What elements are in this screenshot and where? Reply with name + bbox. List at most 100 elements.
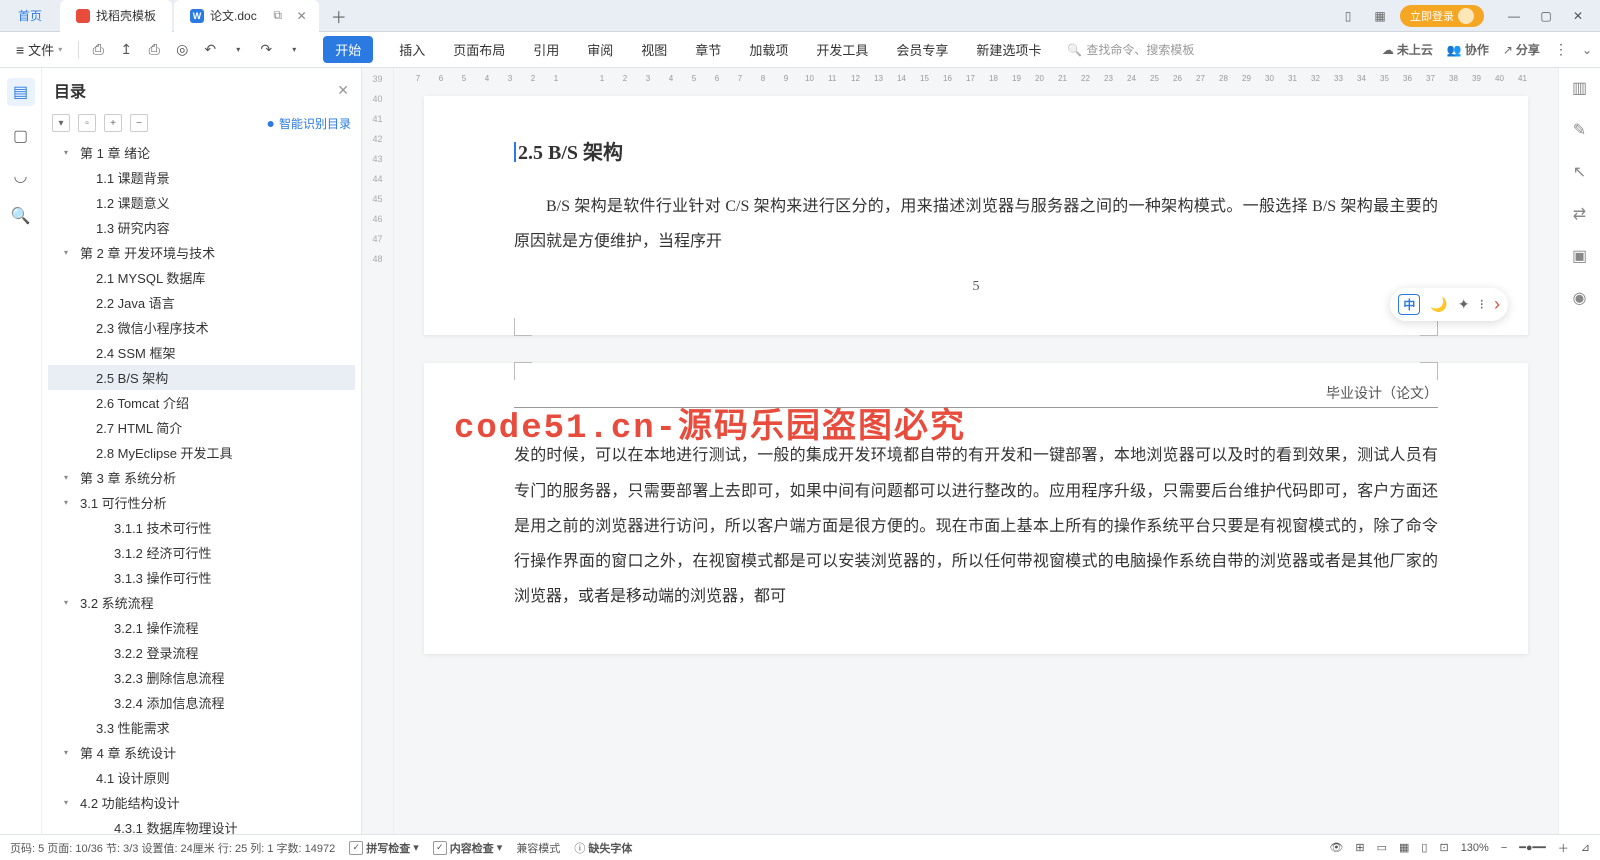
menu-6[interactable]: 章节 — [693, 36, 723, 63]
menu-1[interactable]: 插入 — [397, 36, 427, 63]
outline-node[interactable]: 3.2.4 添加信息流程 — [48, 690, 355, 715]
ruler[interactable]: 7654321123456789101112131415161718192021… — [394, 68, 1558, 88]
outline-node[interactable]: ▾3.2 系统流程 — [48, 590, 355, 615]
share-button[interactable]: ↗ 分享 — [1503, 41, 1540, 58]
close-window-icon[interactable]: ✕ — [1564, 4, 1592, 28]
outline-node[interactable]: ▾第 3 章 系统分析 — [48, 465, 355, 490]
tab-home[interactable]: 首页 — [0, 0, 60, 32]
search-input[interactable]: 查找命令、搜索模板 — [1067, 41, 1194, 58]
cloud-status[interactable]: ☁ 未上云 — [1382, 41, 1433, 58]
outline-node[interactable]: 4.1 设计原则 — [48, 765, 355, 790]
outline-node[interactable]: ▾第 2 章 开发环境与技术 — [48, 240, 355, 265]
more-icon[interactable]: ⋮ — [1554, 41, 1568, 58]
outline-node[interactable]: 3.2.1 操作流程 — [48, 615, 355, 640]
outline-node[interactable]: 2.3 微信小程序技术 — [48, 315, 355, 340]
web-icon[interactable]: ▦ — [1399, 841, 1409, 854]
outline-node[interactable]: 4.3.1 数据库物理设计 — [48, 815, 355, 834]
outline-close-icon[interactable]: ✕ — [337, 82, 349, 99]
outline-node[interactable]: ▾第 4 章 系统设计 — [48, 740, 355, 765]
ime-icon[interactable]: 中 — [1398, 294, 1420, 315]
save-icon[interactable]: ⎙ — [87, 39, 109, 61]
undo-icon[interactable]: ↶ — [199, 39, 221, 61]
collapse-all-icon[interactable]: ▾ — [52, 114, 70, 132]
zoom-out-icon[interactable]: − — [1501, 842, 1507, 854]
tab-new[interactable]: ＋ — [319, 0, 359, 32]
float-toolbar[interactable]: 中 🌙 ✦ ⁝ › — [1390, 288, 1508, 321]
zoom-level[interactable]: 130% — [1461, 842, 1489, 854]
outline-node[interactable]: 3.1.3 操作可行性 — [48, 565, 355, 590]
menu-5[interactable]: 视图 — [639, 36, 669, 63]
tab-popout-icon[interactable]: ⧉ — [269, 7, 287, 25]
settings-icon[interactable]: ⇄ — [1570, 204, 1590, 224]
layout-icon[interactable]: ▯ — [1336, 4, 1360, 28]
outline-node[interactable]: ▾3.1 可行性分析 — [48, 490, 355, 515]
outline-node[interactable]: 3.2.3 删除信息流程 — [48, 665, 355, 690]
shape-icon[interactable]: ◉ — [1570, 288, 1590, 308]
apps-icon[interactable]: ▦ — [1368, 4, 1392, 28]
ai-outline-button[interactable]: 智能识别目录 — [267, 115, 351, 132]
outline-node[interactable]: 1.1 课题背景 — [48, 165, 355, 190]
expand-arrow-icon[interactable]: › — [1494, 294, 1500, 315]
outline-node[interactable]: 1.3 研究内容 — [48, 215, 355, 240]
outline-node[interactable]: 2.7 HTML 简介 — [48, 415, 355, 440]
outline-node[interactable]: 3.1.1 技术可行性 — [48, 515, 355, 540]
menu-8[interactable]: 开发工具 — [814, 36, 870, 63]
bookmark-icon[interactable]: ▢ — [11, 126, 31, 146]
outline-node[interactable]: 3.3 性能需求 — [48, 715, 355, 740]
search-rail-icon[interactable]: 🔍 — [11, 206, 31, 226]
contentcheck-toggle[interactable]: 内容检查 ▾ — [433, 840, 503, 856]
outline-node[interactable]: 3.1.2 经济可行性 — [48, 540, 355, 565]
outline-icon[interactable]: ▤ — [7, 78, 35, 106]
menu-3[interactable]: 引用 — [531, 36, 561, 63]
outline-node[interactable]: 2.4 SSM 框架 — [48, 340, 355, 365]
missing-font[interactable]: ⓘ 缺失字体 — [574, 840, 632, 856]
minimize-icon[interactable]: — — [1500, 4, 1528, 28]
redo-drop-icon[interactable]: ▾ — [283, 39, 305, 61]
export-icon[interactable]: ↥ — [115, 39, 137, 61]
tab-close-icon[interactable]: ✕ — [293, 7, 311, 25]
tab-templates[interactable]: 找稻壳模板 — [60, 0, 172, 32]
zoom-fit-icon[interactable]: ⊡ — [1439, 841, 1448, 854]
menu-4[interactable]: 审阅 — [585, 36, 615, 63]
grid-icon[interactable]: ⊞ — [1355, 841, 1364, 854]
menu-7[interactable]: 加载项 — [747, 36, 790, 63]
eye-icon[interactable]: 👁 — [1329, 841, 1343, 854]
outline-node[interactable]: ▾4.2 功能结构设计 — [48, 790, 355, 815]
outline-node[interactable]: ▾第 1 章 绪论 — [48, 140, 355, 165]
collab-button[interactable]: 👥 协作 — [1447, 41, 1489, 58]
undo-drop-icon[interactable]: ▾ — [227, 39, 249, 61]
file-menu[interactable]: 文件 — [8, 36, 70, 63]
remove-icon[interactable]: − — [130, 114, 148, 132]
zoom-in-icon[interactable]: ＋ — [1558, 840, 1569, 856]
menu-0[interactable]: 开始 — [323, 36, 373, 63]
print-icon[interactable]: ⎙ — [143, 39, 165, 61]
maximize-icon[interactable]: ▢ — [1532, 4, 1560, 28]
book-icon[interactable]: ▭ — [1377, 841, 1387, 854]
outline-node[interactable]: 2.2 Java 语言 — [48, 290, 355, 315]
outline-node[interactable]: 2.5 B/S 架构 — [48, 365, 355, 390]
corner-icon[interactable]: ⊿ — [1581, 841, 1590, 854]
outline-node[interactable]: 3.2.2 登录流程 — [48, 640, 355, 665]
redo-icon[interactable]: ↷ — [255, 39, 277, 61]
outline-node[interactable]: 2.1 MYSQL 数据库 — [48, 265, 355, 290]
menu-10[interactable]: 新建选项卡 — [974, 36, 1043, 63]
panel-icon[interactable]: ▥ — [1570, 78, 1590, 98]
menu-9[interactable]: 会员专享 — [894, 36, 950, 63]
ribbon-icon[interactable]: ◡ — [11, 166, 31, 186]
tab-document[interactable]: W 论文.doc ⧉✕ — [174, 0, 319, 32]
sparkle-icon[interactable]: ✦ — [1458, 296, 1470, 313]
moon-icon[interactable]: 🌙 — [1430, 296, 1447, 313]
zoom-slider[interactable]: ━●━━ — [1519, 841, 1546, 854]
compat-mode[interactable]: 兼容模式 — [516, 840, 560, 856]
expand-icon[interactable]: ▫ — [78, 114, 96, 132]
menu-2[interactable]: 页面布局 — [451, 36, 507, 63]
pencil-icon[interactable]: ✎ — [1570, 120, 1590, 140]
spellcheck-toggle[interactable]: 拼写检查 ▾ — [349, 840, 419, 856]
add-icon[interactable]: + — [104, 114, 122, 132]
preview-icon[interactable]: ◎ — [171, 39, 193, 61]
setting-icon[interactable]: ⁝ — [1480, 296, 1484, 313]
outline-node[interactable]: 1.2 课题意义 — [48, 190, 355, 215]
outline-node[interactable]: 2.6 Tomcat 介绍 — [48, 390, 355, 415]
login-button[interactable]: 立即登录 — [1400, 5, 1484, 27]
read-icon[interactable]: ▯ — [1421, 841, 1427, 854]
